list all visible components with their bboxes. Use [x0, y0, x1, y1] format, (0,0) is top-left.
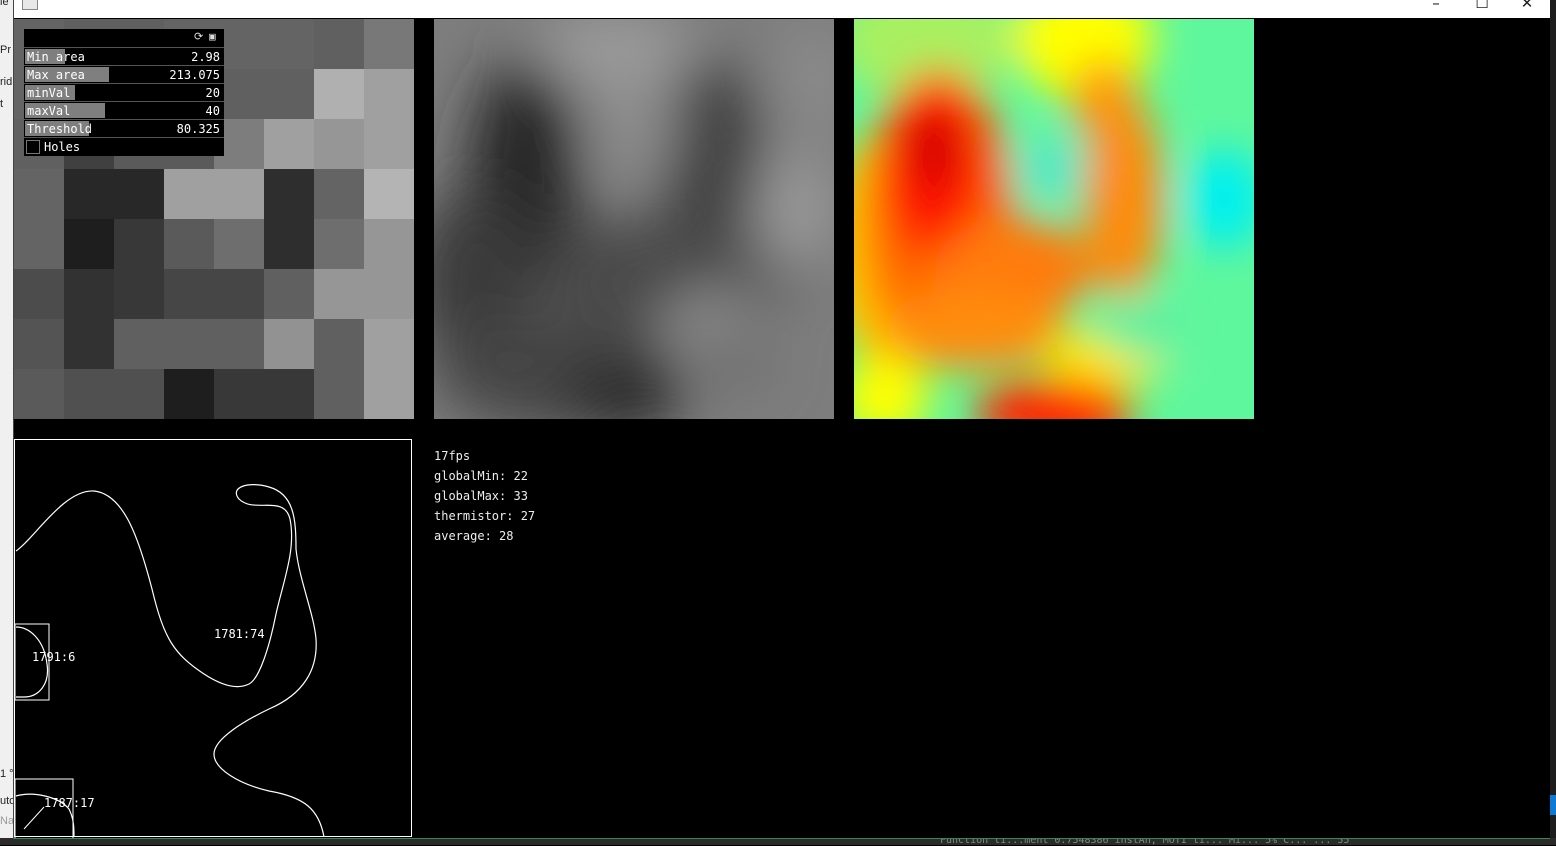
title-bar[interactable]: – ☐ ✕: [14, 0, 1550, 18]
grid-cell: [264, 119, 315, 170]
min-area-slider[interactable]: Min area 2.98: [24, 47, 224, 65]
grid-cell: [14, 169, 65, 220]
contour-label: 1787:17: [44, 796, 95, 810]
grid-cell: [364, 119, 414, 170]
grid-cell: [314, 219, 365, 270]
grid-cell: [14, 369, 65, 419]
stats-readout: 17fps globalMin: 22 globalMax: 33 thermi…: [434, 446, 535, 546]
grid-cell: [164, 169, 215, 220]
global-max-text: globalMax: 33: [434, 489, 528, 503]
settings-panel: ⟳ ▣ Min area 2.98 Max area 213.075 minVa…: [24, 29, 224, 156]
grid-cell: [214, 219, 265, 270]
grid-cell: [364, 319, 414, 370]
grid-cell: [364, 69, 414, 120]
close-button[interactable]: ✕: [1507, 0, 1547, 14]
average-text: average: 28: [434, 529, 514, 543]
grid-cell: [314, 119, 365, 170]
grid-cell: [14, 219, 65, 270]
grid-cell: [14, 319, 65, 370]
panel-header: ⟳ ▣: [24, 29, 224, 47]
slider-label: minVal: [27, 86, 71, 100]
grid-cell: [214, 319, 265, 370]
grid-cell: [114, 369, 165, 419]
grid-cell: [14, 269, 65, 320]
slider-value: 213.075: [169, 68, 220, 82]
grid-cell: [164, 269, 215, 320]
grid-cell: [314, 69, 365, 120]
grid-cell: [114, 219, 165, 270]
grid-cell: [164, 369, 215, 419]
max-val-slider[interactable]: maxVal 40: [24, 101, 224, 119]
heatmap-view: [854, 19, 1254, 419]
background-text: le: [0, 0, 9, 8]
grid-cell: [164, 219, 215, 270]
grid-cell: [364, 269, 414, 320]
slider-label: maxVal: [27, 104, 71, 118]
contour-label: 1781:74: [214, 627, 265, 641]
app-icon: [22, 0, 38, 10]
grid-cell: [264, 319, 315, 370]
grid-cell: [264, 169, 315, 220]
background-text: Pr: [0, 44, 11, 56]
minimize-button[interactable]: –: [1416, 0, 1456, 14]
background-window-edge-right: [1549, 0, 1556, 845]
slider-value: 40: [205, 104, 220, 118]
background-status-bar: Function ti...ment 0.7548386 instAn, MOT…: [0, 835, 1556, 846]
background-text: rid: [0, 76, 13, 88]
grid-cell: [314, 319, 365, 370]
grid-cell: [114, 169, 165, 220]
grid-cell: [264, 69, 315, 120]
refresh-icon[interactable]: ⟳: [194, 31, 203, 43]
slider-label: Min area: [27, 50, 85, 64]
slider-value: 20: [205, 86, 220, 100]
slider-value: 80.325: [176, 122, 220, 136]
grid-cell: [214, 269, 265, 320]
maximize-button[interactable]: ☐: [1462, 0, 1502, 14]
thermistor-text: thermistor: 27: [434, 509, 536, 523]
background-text: 1 °: [0, 768, 14, 780]
contour-view: 1781:74 1791:6 1787:17: [14, 439, 412, 838]
slider-label: Max area: [27, 68, 85, 82]
grid-cell: [314, 369, 365, 419]
grid-cell: [214, 369, 265, 419]
holes-checkbox[interactable]: [26, 140, 40, 154]
grid-cell: [64, 269, 115, 320]
grid-cell: [164, 319, 215, 370]
grid-cell: [364, 169, 414, 220]
grid-cell: [364, 369, 414, 419]
grid-cell: [264, 19, 315, 70]
grid-cell: [364, 19, 414, 70]
holes-toggle[interactable]: Holes: [24, 137, 224, 156]
grid-cell: [64, 169, 115, 220]
background-accent: [1549, 795, 1556, 815]
contour-label: 1791:6: [32, 650, 75, 664]
slider-value: 2.98: [191, 50, 220, 64]
grid-cell: [114, 319, 165, 370]
global-min-text: globalMin: 22: [434, 469, 528, 483]
background-text: t: [0, 98, 4, 110]
slider-label: Threshold: [27, 122, 93, 136]
save-icon[interactable]: ▣: [209, 31, 216, 43]
grid-cell: [264, 219, 315, 270]
interpolated-grayscale-view: [434, 19, 834, 419]
max-area-slider[interactable]: Max area 213.075: [24, 65, 224, 83]
fps-text: 17fps: [434, 449, 471, 463]
grid-cell: [64, 219, 115, 270]
grid-cell: [314, 169, 365, 220]
grid-cell: [314, 19, 365, 70]
grid-cell: [64, 369, 115, 419]
threshold-slider[interactable]: Threshold 80.325: [24, 119, 224, 137]
grid-cell: [364, 219, 414, 270]
grid-cell: [214, 169, 265, 220]
background-window-edge: le Pr rid t 1 ° uto Na: [0, 0, 15, 845]
grid-cell: [264, 269, 315, 320]
grid-cell: [314, 269, 365, 320]
background-text: Na: [0, 815, 15, 827]
grid-cell: [264, 369, 315, 419]
grid-cell: [114, 269, 165, 320]
min-val-slider[interactable]: minVal 20: [24, 83, 224, 101]
grid-cell: [64, 319, 115, 370]
toggle-label: Holes: [44, 140, 81, 154]
